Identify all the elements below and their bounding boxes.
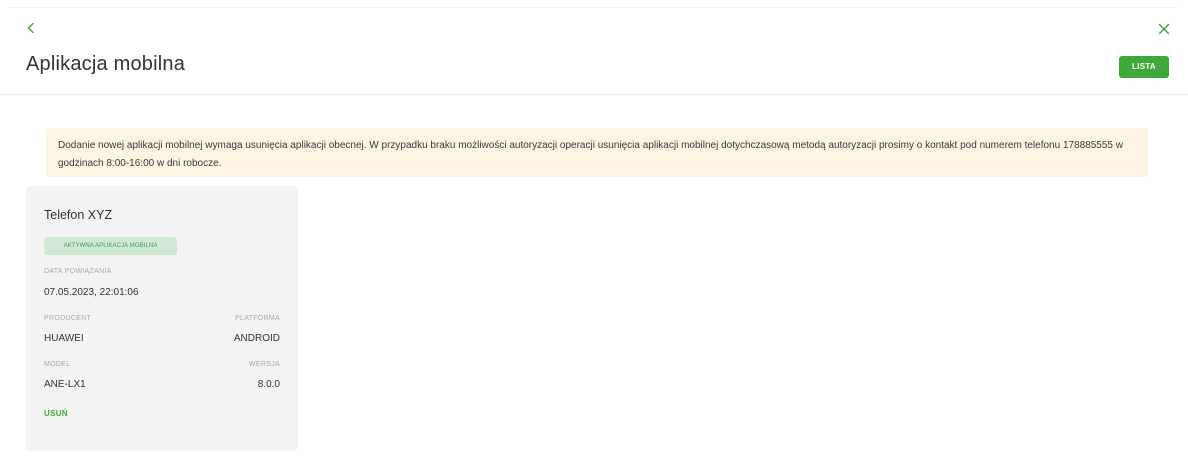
- info-notice: Dodanie nowej aplikacji mobilnej wymaga …: [46, 128, 1148, 177]
- list-button[interactable]: LISTA: [1119, 56, 1169, 78]
- close-icon[interactable]: [1157, 22, 1171, 36]
- version-value: 8.0.0: [257, 379, 280, 390]
- link-date-value: 07.05.2023, 22:01:06: [44, 287, 139, 298]
- top-border: [10, 7, 1178, 8]
- model-label: MODEL: [44, 361, 71, 368]
- link-date-label: DATA POWIĄZANIA: [44, 268, 112, 275]
- platform-value: ANDROID: [233, 333, 280, 344]
- device-name: Telefon XYZ: [44, 208, 113, 222]
- status-badge: AKTYWNA APLIKACJA MOBILNA: [44, 237, 177, 255]
- producer-value: HUAWEI: [44, 333, 84, 344]
- page-title: Aplikacja mobilna: [26, 53, 186, 75]
- chevron-left-icon[interactable]: [24, 21, 38, 35]
- notice-text: Dodanie nowej aplikacji mobilnej wymaga …: [58, 140, 1123, 169]
- version-label: WERSJA: [249, 361, 280, 368]
- producer-label: PRODUCENT: [44, 315, 92, 322]
- header-divider: [0, 94, 1188, 95]
- device-card: Telefon XYZ AKTYWNA APLIKACJA MOBILNA DA…: [26, 186, 298, 451]
- delete-link[interactable]: USUŃ: [44, 409, 68, 418]
- platform-label: PLATFORMA: [235, 315, 280, 322]
- model-value: ANE-LX1: [44, 379, 86, 390]
